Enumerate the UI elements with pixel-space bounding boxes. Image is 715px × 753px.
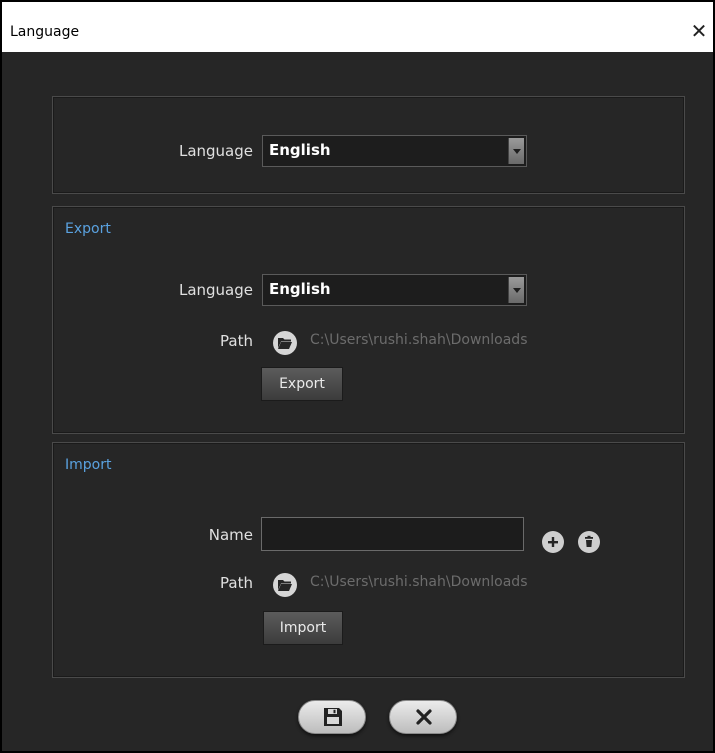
dropdown-arrow-icon[interactable] bbox=[508, 138, 524, 164]
import-name-input[interactable] bbox=[261, 517, 524, 551]
import-header: Import bbox=[65, 457, 112, 473]
language-dialog: Language ✕ Language English Export Langu… bbox=[0, 0, 715, 753]
cancel-button[interactable] bbox=[389, 700, 457, 734]
trash-icon[interactable] bbox=[578, 531, 600, 553]
language-select-value: English bbox=[269, 141, 331, 159]
language-label: Language bbox=[178, 142, 253, 160]
import-path-label: Path bbox=[220, 574, 253, 592]
floppy-disk-icon bbox=[324, 708, 342, 726]
import-panel: Import Name Path C:\Users\rushi.shah\Dow… bbox=[52, 442, 685, 678]
dropdown-arrow-icon[interactable] bbox=[508, 277, 524, 303]
language-select[interactable]: English bbox=[262, 135, 527, 167]
import-button[interactable]: Import bbox=[263, 611, 343, 645]
export-language-select[interactable]: English bbox=[262, 274, 527, 306]
dialog-content: Language English Export Language English… bbox=[2, 52, 713, 751]
export-button[interactable]: Export bbox=[261, 367, 343, 401]
close-button[interactable]: ✕ bbox=[687, 18, 711, 44]
language-panel: Language English bbox=[52, 96, 685, 194]
window-title: Language bbox=[10, 24, 80, 40]
x-icon bbox=[416, 709, 432, 725]
folder-open-icon[interactable] bbox=[273, 573, 297, 597]
import-path-value: C:\Users\rushi.shah\Downloads bbox=[310, 574, 528, 590]
add-icon[interactable] bbox=[542, 531, 564, 553]
save-button[interactable] bbox=[298, 700, 366, 734]
import-name-label: Name bbox=[208, 526, 253, 544]
export-language-label: Language bbox=[178, 281, 253, 299]
folder-open-icon[interactable] bbox=[273, 331, 297, 355]
export-path-value: C:\Users\rushi.shah\Downloads bbox=[310, 332, 528, 348]
export-path-label: Path bbox=[220, 332, 253, 350]
export-panel: Export Language English Path C:\Users\ru… bbox=[52, 206, 685, 434]
title-bar: Language ✕ bbox=[2, 2, 713, 52]
export-language-select-value: English bbox=[269, 280, 331, 298]
export-header: Export bbox=[65, 221, 111, 237]
